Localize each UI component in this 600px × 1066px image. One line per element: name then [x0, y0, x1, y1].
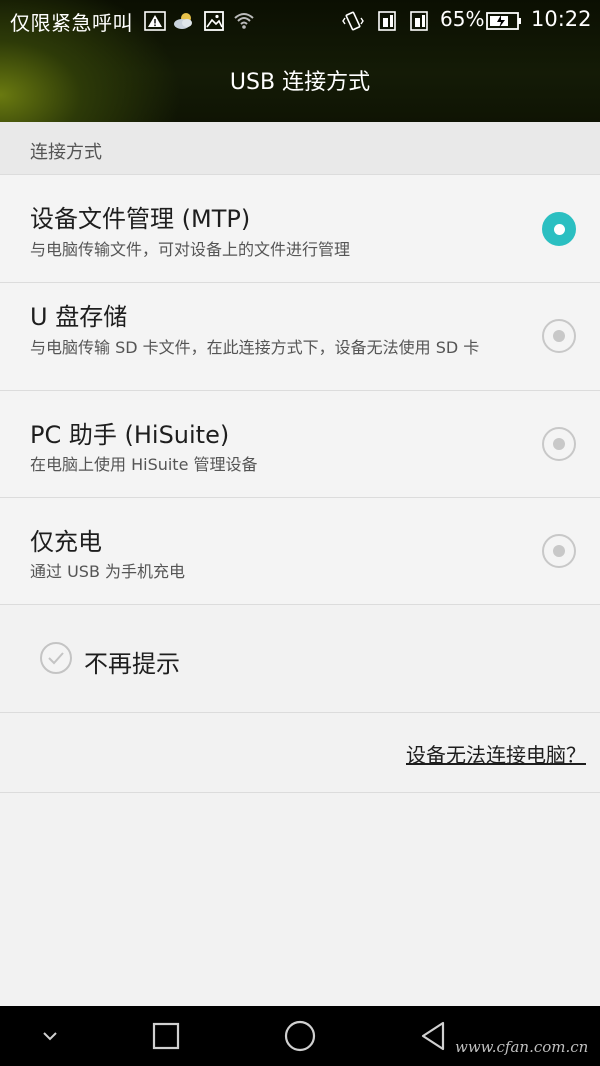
- image-icon: [204, 11, 224, 31]
- option-charge-only[interactable]: 仅充电 通过 USB 为手机充电: [0, 498, 600, 605]
- help-row: 设备无法连接电脑？: [0, 712, 600, 793]
- warning-icon: [144, 11, 166, 31]
- battery-icon: [486, 12, 521, 30]
- option-mtp[interactable]: 设备文件管理 (MTP) 与电脑传输文件，可对设备上的文件进行管理: [0, 175, 600, 283]
- cannot-connect-link[interactable]: 设备无法连接电脑？: [406, 739, 586, 768]
- app-header: 仅限紧急呼叫 65% 10:22 USB 连接方式: [0, 0, 600, 122]
- radio-mtp[interactable]: [542, 212, 576, 246]
- sim1-icon: [378, 11, 396, 31]
- watermark: www.cfan.com.cn: [455, 1038, 589, 1056]
- vibrate-icon: [342, 11, 364, 31]
- option-usb-storage[interactable]: U 盘存储 与电脑传输 SD 卡文件，在此连接方式下，设备无法使用 SD 卡: [0, 283, 600, 391]
- recents-icon: [152, 1022, 180, 1050]
- section-header: 连接方式: [0, 122, 600, 175]
- sim2-icon: [410, 11, 428, 31]
- clock: 10:22: [531, 7, 592, 31]
- option-description: 在电脑上使用 HiSuite 管理设备: [30, 455, 258, 474]
- battery-percent: 65%: [440, 7, 485, 31]
- radio-charge-only[interactable]: [542, 534, 576, 568]
- dont-show-again-checkbox[interactable]: [40, 642, 72, 674]
- nav-back-button[interactable]: [394, 1006, 474, 1066]
- page-title: USB 连接方式: [229, 70, 371, 95]
- option-title: 设备文件管理 (MTP): [30, 205, 251, 233]
- back-icon: [421, 1021, 445, 1051]
- status-bar: 仅限紧急呼叫 65% 10:22: [0, 0, 600, 42]
- navigation-bar: [0, 1006, 600, 1066]
- section-header-label: 连接方式: [30, 142, 102, 163]
- dont-show-again-label[interactable]: 不再提示: [84, 644, 180, 679]
- carrier-text: 仅限紧急呼叫: [10, 11, 133, 35]
- nav-hide-button[interactable]: [10, 1006, 90, 1066]
- option-description: 与电脑传输 SD 卡文件，在此连接方式下，设备无法使用 SD 卡: [30, 338, 480, 357]
- option-title: PC 助手 (HiSuite): [30, 421, 230, 449]
- option-description: 与电脑传输文件，可对设备上的文件进行管理: [30, 240, 351, 259]
- home-icon: [284, 1020, 316, 1052]
- back-chevron-icon: [43, 1032, 57, 1041]
- dont-show-again-row: 不再提示: [0, 605, 600, 713]
- nav-home-button[interactable]: [260, 1006, 340, 1066]
- wifi-icon: [234, 13, 254, 29]
- check-icon: [48, 652, 64, 665]
- option-hisuite[interactable]: PC 助手 (HiSuite) 在电脑上使用 HiSuite 管理设备: [0, 391, 600, 498]
- radio-hisuite[interactable]: [542, 427, 576, 461]
- weather-icon: [174, 13, 192, 29]
- nav-recents-button[interactable]: [126, 1006, 206, 1066]
- option-title: 仅充电: [30, 528, 102, 556]
- option-description: 通过 USB 为手机充电: [30, 562, 186, 581]
- option-title: U 盘存储: [30, 303, 128, 331]
- radio-usb-storage[interactable]: [542, 319, 576, 353]
